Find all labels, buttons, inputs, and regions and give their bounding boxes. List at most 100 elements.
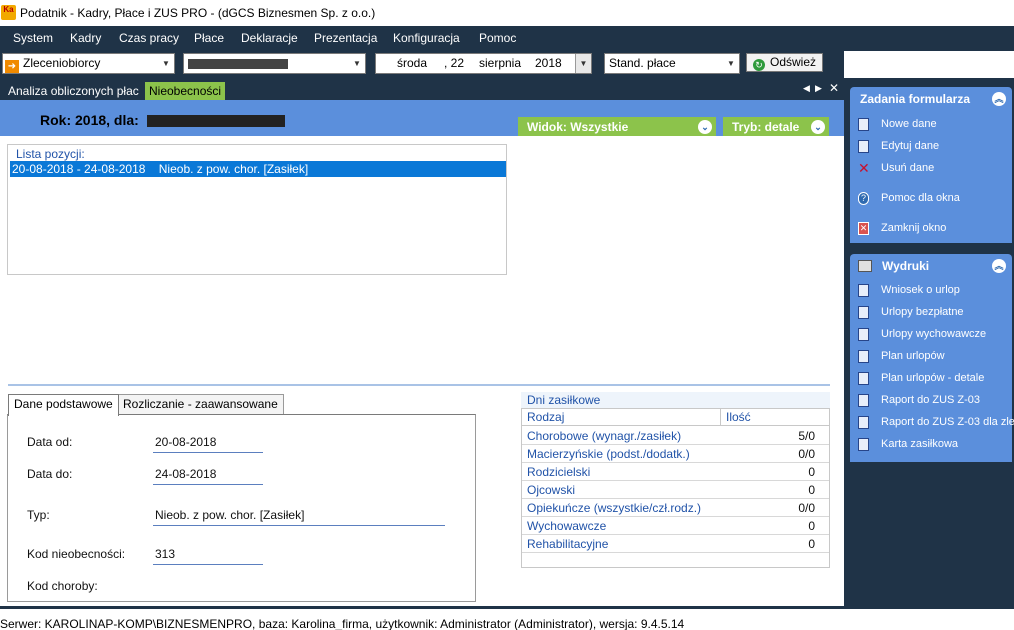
print-label: Urlopy bezpłatne [881, 306, 964, 318]
refresh-label: Odśwież [770, 55, 817, 69]
document-icon [858, 327, 869, 341]
task-edit-data[interactable]: Edytuj dane [858, 138, 939, 154]
scroll-left-icon[interactable]: ◀ [803, 83, 810, 94]
close-tab-icon[interactable]: ✕ [829, 81, 839, 95]
payroll-select[interactable]: Stand. płace ▼ [604, 53, 740, 74]
divider [8, 384, 830, 386]
prints-header[interactable]: Wydruki ︽ [850, 254, 1012, 278]
table-row[interactable]: Wychowawcze 0 [522, 517, 829, 535]
print-unpaid-leave[interactable]: Urlopy bezpłatne [858, 304, 964, 320]
menu-konfiguracja[interactable]: Konfiguracja [393, 31, 460, 45]
chevron-down-icon[interactable]: ▼ [349, 54, 365, 73]
menu-system[interactable]: System [13, 31, 53, 45]
page-title: Rok: 2018, dla: [40, 112, 285, 128]
date-day: , 22 [444, 56, 465, 70]
print-vacation-plan[interactable]: Plan urlopów [858, 348, 945, 364]
mode-filter-dropdown[interactable]: Tryb: detale ⌄ [723, 117, 829, 137]
table-row[interactable]: Rehabilitacyjne 0 [522, 535, 829, 553]
print-label: Karta zasiłkowa [881, 438, 959, 450]
col-kind: Rodzaj [527, 410, 565, 424]
group-select[interactable]: ➜ Zleceniobiorcy ▼ [2, 53, 175, 74]
task-window-help[interactable]: ? Pomoc dla okna [858, 190, 960, 206]
employee-select[interactable]: ▼ [183, 53, 366, 74]
table-row[interactable]: Chorobowe (wynagr./zasiłek) 5/0 [522, 427, 829, 445]
table-row[interactable]: Opiekuńcze (wszystkie/czł.rodz.) 0/0 [522, 499, 829, 517]
row-count: 0 [808, 483, 815, 497]
column-divider [720, 409, 721, 426]
date-weekday: środa [397, 56, 428, 70]
table-row[interactable]: Ojcowski 0 [522, 481, 829, 499]
row-kind: Opiekuńcze (wszystkie/czł.rodz.) [527, 501, 702, 515]
tab-strip: Analiza obliczonych płac Nieobecności ◀ … [0, 78, 844, 100]
col-count: Ilość [726, 410, 751, 424]
row-count: 0 [808, 537, 815, 551]
row-count: 5/0 [798, 429, 815, 443]
document-icon [858, 283, 869, 297]
list-label: Lista pozycji: [16, 147, 85, 161]
chevron-down-icon[interactable]: ▼ [723, 54, 739, 73]
refresh-button[interactable]: ↻ Odśwież [746, 53, 823, 72]
print-parental-leave[interactable]: Urlopy wychowawcze [858, 326, 986, 342]
task-new-data[interactable]: Nowe dane [858, 116, 937, 132]
table-row[interactable]: Macierzyńskie (podst./dodatk.) 0/0 [522, 445, 829, 463]
tasks-header[interactable]: Zadania formularza ︽ [850, 87, 1012, 111]
group-select-value: Zleceniobiorcy [23, 56, 101, 70]
collapse-icon[interactable]: ︽ [992, 92, 1006, 106]
row-kind: Ojcowski [527, 483, 576, 497]
date-from-field[interactable]: 20-08-2018 [153, 435, 263, 453]
tab-absences[interactable]: Nieobecności [145, 82, 226, 100]
illness-code-label: Kod choroby: [27, 579, 98, 593]
tab-advanced-settlement[interactable]: Rozliczanie - zaawansowane [117, 394, 284, 415]
view-filter-dropdown[interactable]: Widok: Wszystkie ⌄ [518, 117, 716, 137]
status-bar: Serwer: KAROLINAP-KOMP\BIZNESMENPRO, baz… [0, 606, 1014, 630]
row-kind: Wychowawcze [527, 519, 607, 533]
type-field[interactable]: Nieob. z pow. chor. [Zasiłek] [153, 508, 445, 526]
print-zus-z03[interactable]: Raport do ZUS Z-03 [858, 392, 980, 408]
collapse-icon[interactable]: ︽ [992, 259, 1006, 273]
print-zus-z03-contractors[interactable]: Raport do ZUS Z-03 dla zlec [858, 414, 1014, 430]
print-vacation-request[interactable]: Wniosek o urlop [858, 282, 960, 298]
menu-czas-pracy[interactable]: Czas pracy [119, 31, 179, 45]
menu-prezentacja[interactable]: Prezentacja [314, 31, 377, 45]
type-label: Typ: [27, 508, 50, 522]
task-delete-data[interactable]: ✕ Usuń dane [858, 160, 934, 176]
help-icon: ? [858, 191, 869, 205]
tasks-title: Zadania formularza [860, 92, 971, 106]
menu-deklaracje[interactable]: Deklaracje [241, 31, 298, 45]
absence-code-field[interactable]: 313 [153, 547, 263, 565]
menu-kadry[interactable]: Kadry [70, 31, 101, 45]
document-icon [858, 371, 869, 385]
row-count: 0 [808, 465, 815, 479]
document-icon [858, 349, 869, 363]
benefit-days-title: Dni zasiłkowe [521, 392, 830, 408]
list-item[interactable]: 20-08-2018 - 24-08-2018 Nieob. z pow. ch… [10, 161, 506, 177]
task-close-window[interactable]: ✕ Zamknij okno [858, 220, 946, 236]
redacted-employee-name [146, 115, 285, 128]
table-row[interactable]: Rodzicielski 0 [522, 463, 829, 481]
date-to-field[interactable]: 24-08-2018 [153, 467, 263, 485]
window-title: Podatnik - Kadry, Płace i ZUS PRO - (dGC… [20, 6, 376, 20]
date-from-label: Data od: [27, 435, 73, 449]
print-label: Raport do ZUS Z-03 [881, 394, 981, 406]
task-label: Nowe dane [881, 118, 937, 130]
scroll-right-icon[interactable]: ▶ [815, 83, 822, 94]
date-picker[interactable]: środa , 22 sierpnia 2018 ▼ [375, 53, 592, 74]
menu-place[interactable]: Płace [194, 31, 224, 45]
menu-pomoc[interactable]: Pomoc [479, 31, 516, 45]
chevron-down-icon[interactable]: ▼ [158, 54, 174, 73]
task-label: Usuń dane [881, 162, 935, 174]
menu-bar: System Kadry Czas pracy Płace Deklaracje… [0, 26, 1014, 51]
calendar-dropdown-icon[interactable]: ▼ [575, 54, 591, 73]
tab-calculated-payroll[interactable]: Analiza obliczonych płac [4, 82, 143, 100]
tab-basic-data[interactable]: Dane podstawowe [8, 394, 119, 416]
print-label: Plan urlopów [881, 350, 945, 362]
task-panel: Zadania formularza ︽ Nowe dane Edytuj da… [844, 78, 1014, 606]
print-benefit-card[interactable]: Karta zasiłkowa [858, 436, 958, 452]
arrow-right-icon: ➜ [5, 60, 19, 73]
mode-filter-label: Tryb: detale [732, 120, 800, 134]
toolbar: ➜ Zleceniobiorcy ▼ ▼ środa , 22 sierpnia … [0, 51, 844, 78]
benefit-days-table: Rodzaj Ilość Chorobowe (wynagr./zasiłek)… [521, 408, 830, 568]
date-to-label: Data do: [27, 467, 73, 481]
print-vacation-plan-details[interactable]: Plan urlopów - detale [858, 370, 984, 386]
document-icon [858, 305, 869, 319]
